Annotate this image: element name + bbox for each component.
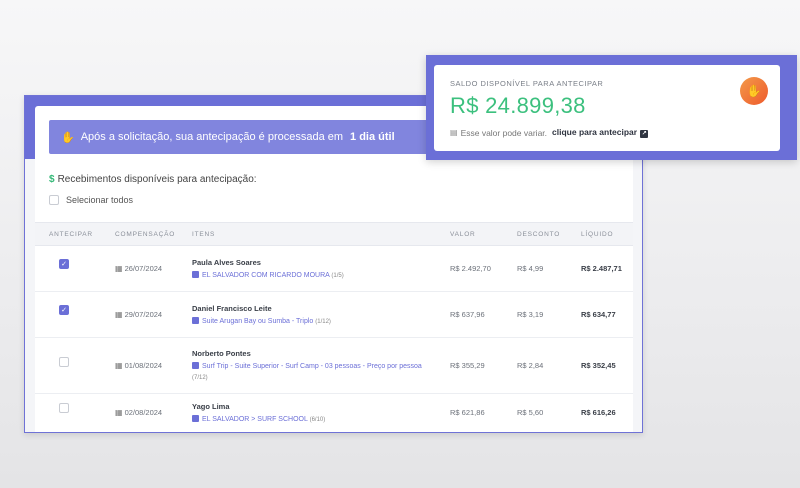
balance-card: SALDO DISPONÍVEL PARA ANTECIPAR R$ 24.89… bbox=[434, 65, 780, 151]
item-fraction: (6/10) bbox=[309, 417, 326, 423]
calendar-icon: ▦ bbox=[115, 361, 123, 370]
anticipate-link[interactable]: clique para antecipar ↗ bbox=[552, 127, 649, 138]
col-liquido: LÍQUIDO bbox=[581, 231, 614, 238]
item-link[interactable]: Suite Arugan Bay ou Sumba - Triplo (1/12… bbox=[192, 316, 442, 328]
item-fraction: (1/12) bbox=[315, 319, 331, 325]
col-antecipar: ANTECIPAR bbox=[49, 231, 93, 238]
item-cell: Yago Lima EL SALVADOR > SURF SCHOOL (6/1… bbox=[192, 402, 442, 426]
item-link[interactable]: Surf Trip - Suite Superior - Surf Camp -… bbox=[192, 361, 427, 384]
item-text: EL SALVADOR COM RICARDO MOURA bbox=[202, 272, 330, 279]
select-all-checkbox[interactable] bbox=[49, 195, 59, 205]
compensation-date: ▦ 02/08/2024 bbox=[115, 408, 162, 417]
item-link[interactable]: EL SALVADOR COM RICARDO MOURA (1/5) bbox=[192, 270, 442, 282]
item-cell: Norberto Pontes Surf Trip - Suite Superi… bbox=[192, 349, 427, 384]
liquido: R$ 2.487,71 bbox=[581, 264, 622, 273]
liquido: R$ 352,45 bbox=[581, 361, 616, 370]
external-link-icon: ↗ bbox=[640, 130, 649, 138]
row-checkbox[interactable] bbox=[59, 357, 69, 367]
date-text: 02/08/2024 bbox=[124, 408, 163, 417]
item-text: Suite Arugan Bay ou Sumba - Triplo bbox=[202, 318, 314, 325]
row-checkbox[interactable] bbox=[59, 403, 69, 413]
calendar-icon: ▦ bbox=[115, 408, 123, 417]
col-itens: ITENS bbox=[192, 231, 216, 238]
valor: R$ 2.492,70 bbox=[450, 264, 491, 273]
compensation-date: ▦ 29/07/2024 bbox=[115, 310, 162, 319]
hand-coin-icon: ✋ bbox=[740, 77, 768, 105]
anticipate-link-text: clique para antecipar bbox=[552, 127, 638, 137]
info-banner: ✋ Após a solicitação, sua antecipação é … bbox=[49, 120, 443, 154]
liquido: R$ 616,26 bbox=[581, 408, 616, 417]
valor: R$ 621,86 bbox=[450, 408, 485, 417]
hand-coin-icon: ✋ bbox=[61, 131, 75, 144]
table-row: ▦ 02/08/2024 Yago Lima EL SALVADOR > SURF… bbox=[35, 394, 633, 432]
list-icon: ▤ bbox=[450, 128, 458, 137]
item-text: EL SALVADOR > SURF SCHOOL bbox=[202, 416, 308, 423]
external-link-icon bbox=[192, 362, 199, 369]
balance-panel: SALDO DISPONÍVEL PARA ANTECIPAR R$ 24.89… bbox=[426, 55, 797, 160]
dollar-icon: $ bbox=[49, 174, 55, 185]
date-text: 26/07/2024 bbox=[124, 264, 163, 273]
col-valor: VALOR bbox=[450, 231, 476, 238]
section-title-text: Recebimentos disponíveis para antecipaçã… bbox=[57, 174, 257, 185]
item-cell: Paula Alves Soares EL SALVADOR COM RICAR… bbox=[192, 258, 442, 282]
date-text: 29/07/2024 bbox=[124, 310, 163, 319]
customer-name: Norberto Pontes bbox=[192, 349, 251, 358]
external-link-icon bbox=[192, 317, 199, 324]
select-all-label: Selecionar todos bbox=[66, 195, 134, 205]
table-row: ▦ 01/08/2024 Norberto Pontes Surf Trip - … bbox=[35, 338, 633, 394]
banner-text: Após a solicitação, sua antecipação é pr… bbox=[80, 131, 344, 143]
item-link[interactable]: EL SALVADOR > SURF SCHOOL (6/10) bbox=[192, 414, 442, 426]
desconto: R$ 5,60 bbox=[517, 408, 544, 417]
desconto: R$ 3,19 bbox=[517, 310, 544, 319]
col-desconto: DESCONTO bbox=[517, 231, 561, 238]
item-text: Surf Trip - Suite Superior - Surf Camp -… bbox=[202, 363, 422, 370]
item-cell: Daniel Francisco Leite Suite Arugan Bay … bbox=[192, 304, 442, 328]
date-text: 01/08/2024 bbox=[124, 361, 163, 370]
item-fraction: (7/12) bbox=[192, 375, 208, 381]
balance-note-text: Esse valor pode variar. bbox=[460, 127, 548, 138]
valor: R$ 637,96 bbox=[450, 310, 485, 319]
item-fraction: (1/5) bbox=[331, 273, 344, 279]
compensation-date: ▦ 01/08/2024 bbox=[115, 361, 162, 370]
select-all[interactable]: Selecionar todos bbox=[49, 195, 133, 205]
desconto: R$ 2,84 bbox=[517, 361, 544, 370]
balance-value: R$ 24.899,38 bbox=[450, 93, 586, 118]
table-row: ✓ ▦ 29/07/2024 Daniel Francisco Leite Sui… bbox=[35, 292, 633, 338]
balance-note: ▤ Esse valor pode variar. clique para an… bbox=[450, 127, 649, 138]
liquido: R$ 634,77 bbox=[581, 310, 616, 319]
col-compensacao: COMPENSAÇÃO bbox=[115, 231, 176, 238]
external-link-icon bbox=[192, 271, 199, 278]
table-header: ANTECIPAR COMPENSAÇÃO ITENS VALOR DESCON… bbox=[35, 222, 633, 246]
external-link-icon bbox=[192, 415, 199, 422]
customer-name: Paula Alves Soares bbox=[192, 258, 261, 267]
calendar-icon: ▦ bbox=[115, 264, 123, 273]
table-row: ✓ ▦ 26/07/2024 Paula Alves Soares EL SALV… bbox=[35, 246, 633, 292]
compensation-date: ▦ 26/07/2024 bbox=[115, 264, 162, 273]
desconto: R$ 4,99 bbox=[517, 264, 544, 273]
valor: R$ 355,29 bbox=[450, 361, 485, 370]
customer-name: Yago Lima bbox=[192, 402, 230, 411]
row-checkbox[interactable]: ✓ bbox=[59, 305, 69, 315]
banner-bold-text: 1 dia útil bbox=[350, 131, 395, 143]
customer-name: Daniel Francisco Leite bbox=[192, 304, 272, 313]
calendar-icon: ▦ bbox=[115, 310, 123, 319]
balance-label: SALDO DISPONÍVEL PARA ANTECIPAR bbox=[450, 79, 604, 88]
section-title: $ Recebimentos disponíveis para antecipaç… bbox=[49, 174, 257, 185]
row-checkbox[interactable]: ✓ bbox=[59, 259, 69, 269]
